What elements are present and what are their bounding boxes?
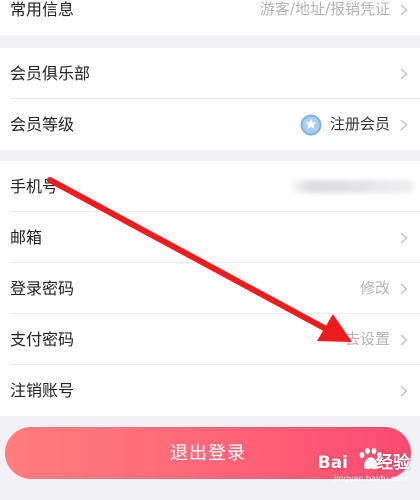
login-password-value: 修改 [359,279,390,297]
chevron-right-icon [400,119,408,131]
chevron-right-icon [400,334,408,346]
chevron-right-icon [400,283,408,295]
member-level-label: 会员等级 [10,115,75,134]
row-common-info[interactable]: 常用信息 游客/地址/报销凭证 [0,0,420,35]
chevron-right-icon [400,385,408,397]
chevron-right-icon [400,68,408,80]
row-member-club[interactable]: 会员俱乐部 [0,48,420,99]
group-security: 手机号 邮箱 登录密码 修改 支付密码 去设置 注销账号 [0,161,420,416]
cancel-account-label: 注销账号 [10,381,75,400]
row-cancel-account[interactable]: 注销账号 [0,365,420,416]
account-settings-page: 常用信息 游客/地址/报销凭证 会员俱乐部 会员等级 注册会员 手机号 邮箱 登… [0,0,420,500]
watermark-brand-suffix: 经验 [376,453,410,473]
watermark-url: jingyan.baidu.com [334,474,408,483]
group-membership: 会员俱乐部 会员等级 注册会员 [0,48,420,150]
login-password-label: 登录密码 [10,279,75,298]
member-club-label: 会员俱乐部 [10,64,91,83]
watermark-brand: Bai 经验 [318,448,410,473]
chevron-right-icon [400,232,408,244]
row-pay-password[interactable]: 支付密码 去设置 [0,314,420,365]
row-login-password[interactable]: 登录密码 修改 [0,263,420,314]
pay-password-label: 支付密码 [10,330,75,349]
row-member-level[interactable]: 会员等级 注册会员 [0,99,420,150]
pay-password-value: 去设置 [344,330,390,348]
member-badge-icon [300,114,322,136]
common-info-value: 游客/地址/报销凭证 [259,0,390,18]
phone-value-blurred [288,180,414,193]
member-level-value: 注册会员 [329,115,390,133]
email-label: 邮箱 [10,228,43,247]
common-info-label: 常用信息 [10,0,75,19]
chevron-right-icon [400,4,408,16]
group-common-info: 常用信息 游客/地址/报销凭证 [0,0,420,35]
row-email[interactable]: 邮箱 [0,212,420,263]
row-phone[interactable]: 手机号 [0,161,420,212]
phone-label: 手机号 [10,177,59,196]
watermark-brand-prefix: Bai [317,453,348,473]
